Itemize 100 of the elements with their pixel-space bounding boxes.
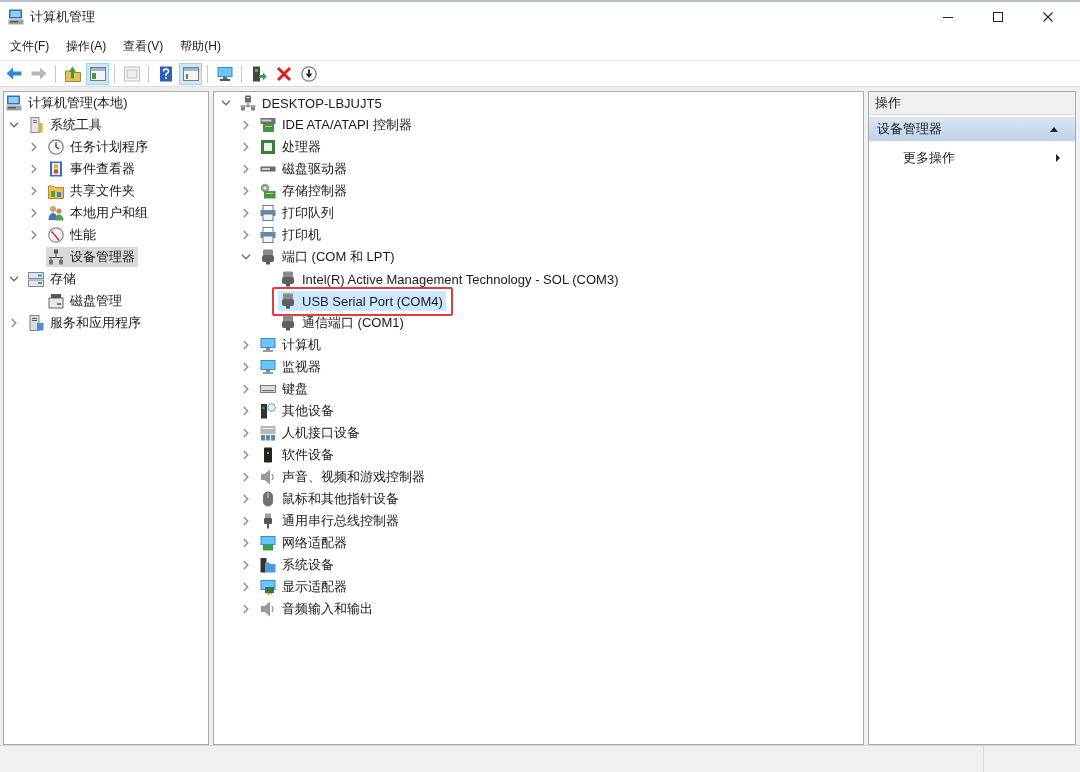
computer-icon bbox=[8, 9, 24, 25]
menu-item[interactable]: 文件(F) bbox=[2, 34, 58, 58]
tree-item[interactable]: 监视器 bbox=[258, 357, 324, 377]
speaker-icon bbox=[260, 601, 276, 617]
chevron-right-icon[interactable] bbox=[31, 208, 37, 218]
tree-item[interactable]: 服务和应用程序 bbox=[26, 313, 144, 333]
chevron-down-icon[interactable] bbox=[241, 254, 251, 260]
chevron-right-icon[interactable] bbox=[243, 186, 249, 196]
chevron-right-icon[interactable] bbox=[31, 186, 37, 196]
port-icon bbox=[280, 293, 296, 309]
tree-item[interactable]: 端口 (COM 和 LPT) bbox=[258, 247, 398, 267]
arrow-right-icon bbox=[30, 67, 47, 80]
tree-item[interactable]: 音频输入和输出 bbox=[258, 599, 376, 619]
tree-item[interactable]: 处理器 bbox=[258, 137, 324, 157]
printer-icon bbox=[260, 205, 276, 221]
tree-item[interactable]: 键盘 bbox=[258, 379, 311, 399]
hard-drive-icon bbox=[260, 166, 276, 172]
tree-item[interactable]: 鼠标和其他指针设备 bbox=[258, 489, 402, 509]
tree-item[interactable]: 人机接口设备 bbox=[258, 423, 363, 443]
folder-up-icon bbox=[64, 65, 81, 82]
help-icon bbox=[157, 65, 174, 82]
input-device-icon bbox=[260, 425, 276, 441]
menu-item[interactable]: 帮助(H) bbox=[172, 34, 229, 58]
pane-header: 操作 bbox=[869, 92, 1075, 115]
tree-pane-icon bbox=[89, 65, 106, 82]
tree-item[interactable]: 设备管理器 bbox=[46, 247, 138, 267]
chevron-right-icon[interactable] bbox=[243, 604, 249, 614]
tree-item[interactable]: 存储 bbox=[26, 269, 79, 289]
maximize-icon bbox=[993, 12, 1003, 22]
computer-icon bbox=[240, 95, 256, 111]
tree-item[interactable]: 计算机 bbox=[258, 335, 324, 355]
chevron-right-icon[interactable] bbox=[243, 362, 249, 372]
speaker-icon bbox=[260, 469, 276, 485]
menu-item[interactable]: 查看(V) bbox=[115, 34, 172, 58]
mouse-icon bbox=[260, 491, 276, 507]
device-tree-icon bbox=[48, 249, 64, 265]
keyboard-icon bbox=[260, 385, 276, 393]
tree-item[interactable]: 性能 bbox=[46, 225, 99, 245]
chevron-right-icon[interactable] bbox=[243, 472, 249, 482]
cross-icon bbox=[275, 65, 292, 82]
chevron-right-icon[interactable] bbox=[31, 142, 37, 152]
chevron-right-icon[interactable] bbox=[243, 384, 249, 394]
tree-item[interactable]: 网络适配器 bbox=[258, 533, 350, 553]
tree-item[interactable]: 共享文件夹 bbox=[46, 181, 138, 201]
chevron-down-icon[interactable] bbox=[9, 276, 19, 282]
chevron-right-icon[interactable] bbox=[243, 428, 249, 438]
window-pane-icon bbox=[182, 65, 199, 82]
chevron-right-icon[interactable] bbox=[243, 494, 249, 504]
chevron-down-icon[interactable] bbox=[221, 100, 231, 106]
minimize-icon bbox=[943, 16, 953, 18]
computer-icon bbox=[6, 95, 22, 111]
monitor-icon bbox=[260, 359, 276, 375]
tree-item[interactable]: 磁盘驱动器 bbox=[258, 159, 350, 179]
chevron-right-icon[interactable] bbox=[243, 340, 249, 350]
action-item[interactable]: 更多操作 bbox=[869, 145, 1075, 171]
chevron-right-icon[interactable] bbox=[243, 538, 249, 548]
printer-icon bbox=[260, 227, 276, 243]
chevron-right-icon[interactable] bbox=[243, 230, 249, 240]
tree-item[interactable]: 事件查看器 bbox=[46, 159, 138, 179]
tree-item[interactable]: 打印队列 bbox=[258, 203, 337, 223]
chevron-down-icon[interactable] bbox=[9, 122, 19, 128]
tree-item[interactable]: DESKTOP-LBJUJT5 bbox=[238, 93, 385, 113]
tree-item[interactable]: 本地用户和组 bbox=[46, 203, 151, 223]
storage-icon bbox=[28, 271, 44, 287]
chevron-right-icon[interactable] bbox=[243, 560, 249, 570]
menu-item[interactable]: 操作(A) bbox=[58, 34, 115, 58]
tree-item[interactable]: 通信端口 (COM1) bbox=[278, 313, 407, 333]
tree-item[interactable]: 显示适配器 bbox=[258, 577, 350, 597]
chevron-right-icon[interactable] bbox=[11, 318, 17, 328]
chevron-right-icon[interactable] bbox=[243, 142, 249, 152]
port-icon bbox=[280, 271, 296, 287]
tree-item[interactable]: 任务计划程序 bbox=[46, 137, 151, 157]
chevron-right-icon[interactable] bbox=[243, 516, 249, 526]
tree-item[interactable]: 计算机管理(本地) bbox=[4, 93, 131, 113]
tree-item[interactable]: 系统设备 bbox=[258, 555, 337, 575]
chevron-right-icon[interactable] bbox=[243, 450, 249, 460]
tree-item[interactable]: 通用串行总线控制器 bbox=[258, 511, 402, 531]
chevron-right-icon[interactable] bbox=[243, 164, 249, 174]
chevron-right-icon[interactable] bbox=[243, 406, 249, 416]
drive-icon bbox=[260, 117, 276, 133]
chevron-right-icon[interactable] bbox=[243, 120, 249, 130]
chevron-right-icon[interactable] bbox=[243, 208, 249, 218]
tree-item[interactable]: 存储控制器 bbox=[258, 181, 350, 201]
tree-item[interactable]: IDE ATA/ATAPI 控制器 bbox=[258, 115, 415, 135]
monitor-icon bbox=[260, 337, 276, 353]
event-log-icon bbox=[48, 161, 64, 177]
tree-item[interactable]: 声音、视频和游戏控制器 bbox=[258, 467, 428, 487]
device-arrow-icon bbox=[250, 65, 267, 82]
chevron-right-icon[interactable] bbox=[31, 164, 37, 174]
chevron-right-icon[interactable] bbox=[243, 582, 249, 592]
tree-item[interactable]: Intel(R) Active Management Technology - SOL (COM3) bbox=[278, 269, 622, 289]
chevron-right-icon[interactable] bbox=[31, 230, 37, 240]
tree-item[interactable]: 软件设备 bbox=[258, 445, 337, 465]
section-header[interactable]: 设备管理器 bbox=[869, 117, 1075, 141]
tree-item[interactable]: 打印机 bbox=[258, 225, 324, 245]
display-adapter-icon bbox=[260, 579, 276, 595]
tree-item[interactable]: 其他设备 bbox=[258, 401, 337, 421]
tree-item[interactable]: 磁盘管理 bbox=[46, 291, 125, 311]
tree-item[interactable]: 系统工具 bbox=[26, 115, 105, 135]
gauge-icon bbox=[48, 227, 64, 243]
